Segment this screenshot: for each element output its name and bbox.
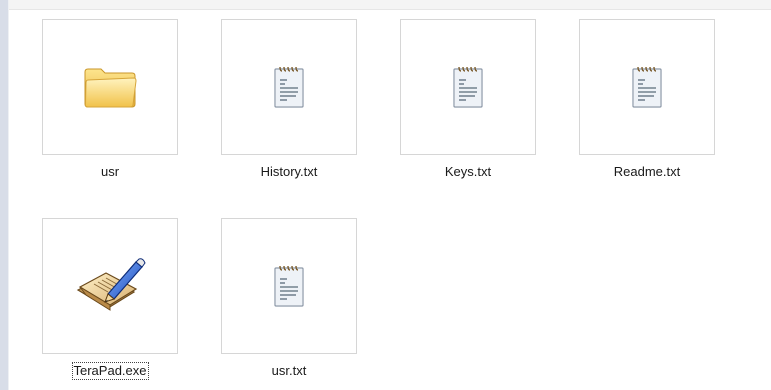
text-file-icon [632,66,662,108]
thumbnail-frame[interactable] [221,218,357,354]
left-pane-edge-highlight [8,0,9,390]
thumbnail-frame[interactable] [221,19,357,155]
left-pane-edge [0,0,8,390]
file-name: usr [100,164,120,179]
file-name: History.txt [260,164,318,179]
thumbnail-frame[interactable] [579,19,715,155]
file-browser-pane: usr History.txt Keys.txt Readme.txt Tera… [0,0,771,390]
text-file-icon [274,265,304,307]
folder-icon [84,68,137,108]
file-item-readme-txt-label: Readme.txt [579,163,715,181]
terapad-app-icon [76,258,146,311]
file-item-terapad-exe-label: TeraPad.exe [42,362,178,380]
thumbnail-frame[interactable] [42,19,178,155]
file-name: TeraPad.exe [71,362,149,380]
text-file-icon [453,66,483,108]
file-item-history-txt-label: History.txt [221,163,357,181]
file-item-usr-label: usr [42,163,178,181]
thumbnail-frame[interactable] [400,19,536,155]
file-name: usr.txt [271,363,307,378]
text-file-icon [274,66,304,108]
file-item-keys-txt-label: Keys.txt [400,163,536,181]
thumbnail-frame[interactable] [42,218,178,354]
file-name: Readme.txt [613,164,681,179]
top-border [0,0,771,10]
file-name: Keys.txt [444,164,492,179]
file-item-usr-txt-label: usr.txt [221,362,357,380]
